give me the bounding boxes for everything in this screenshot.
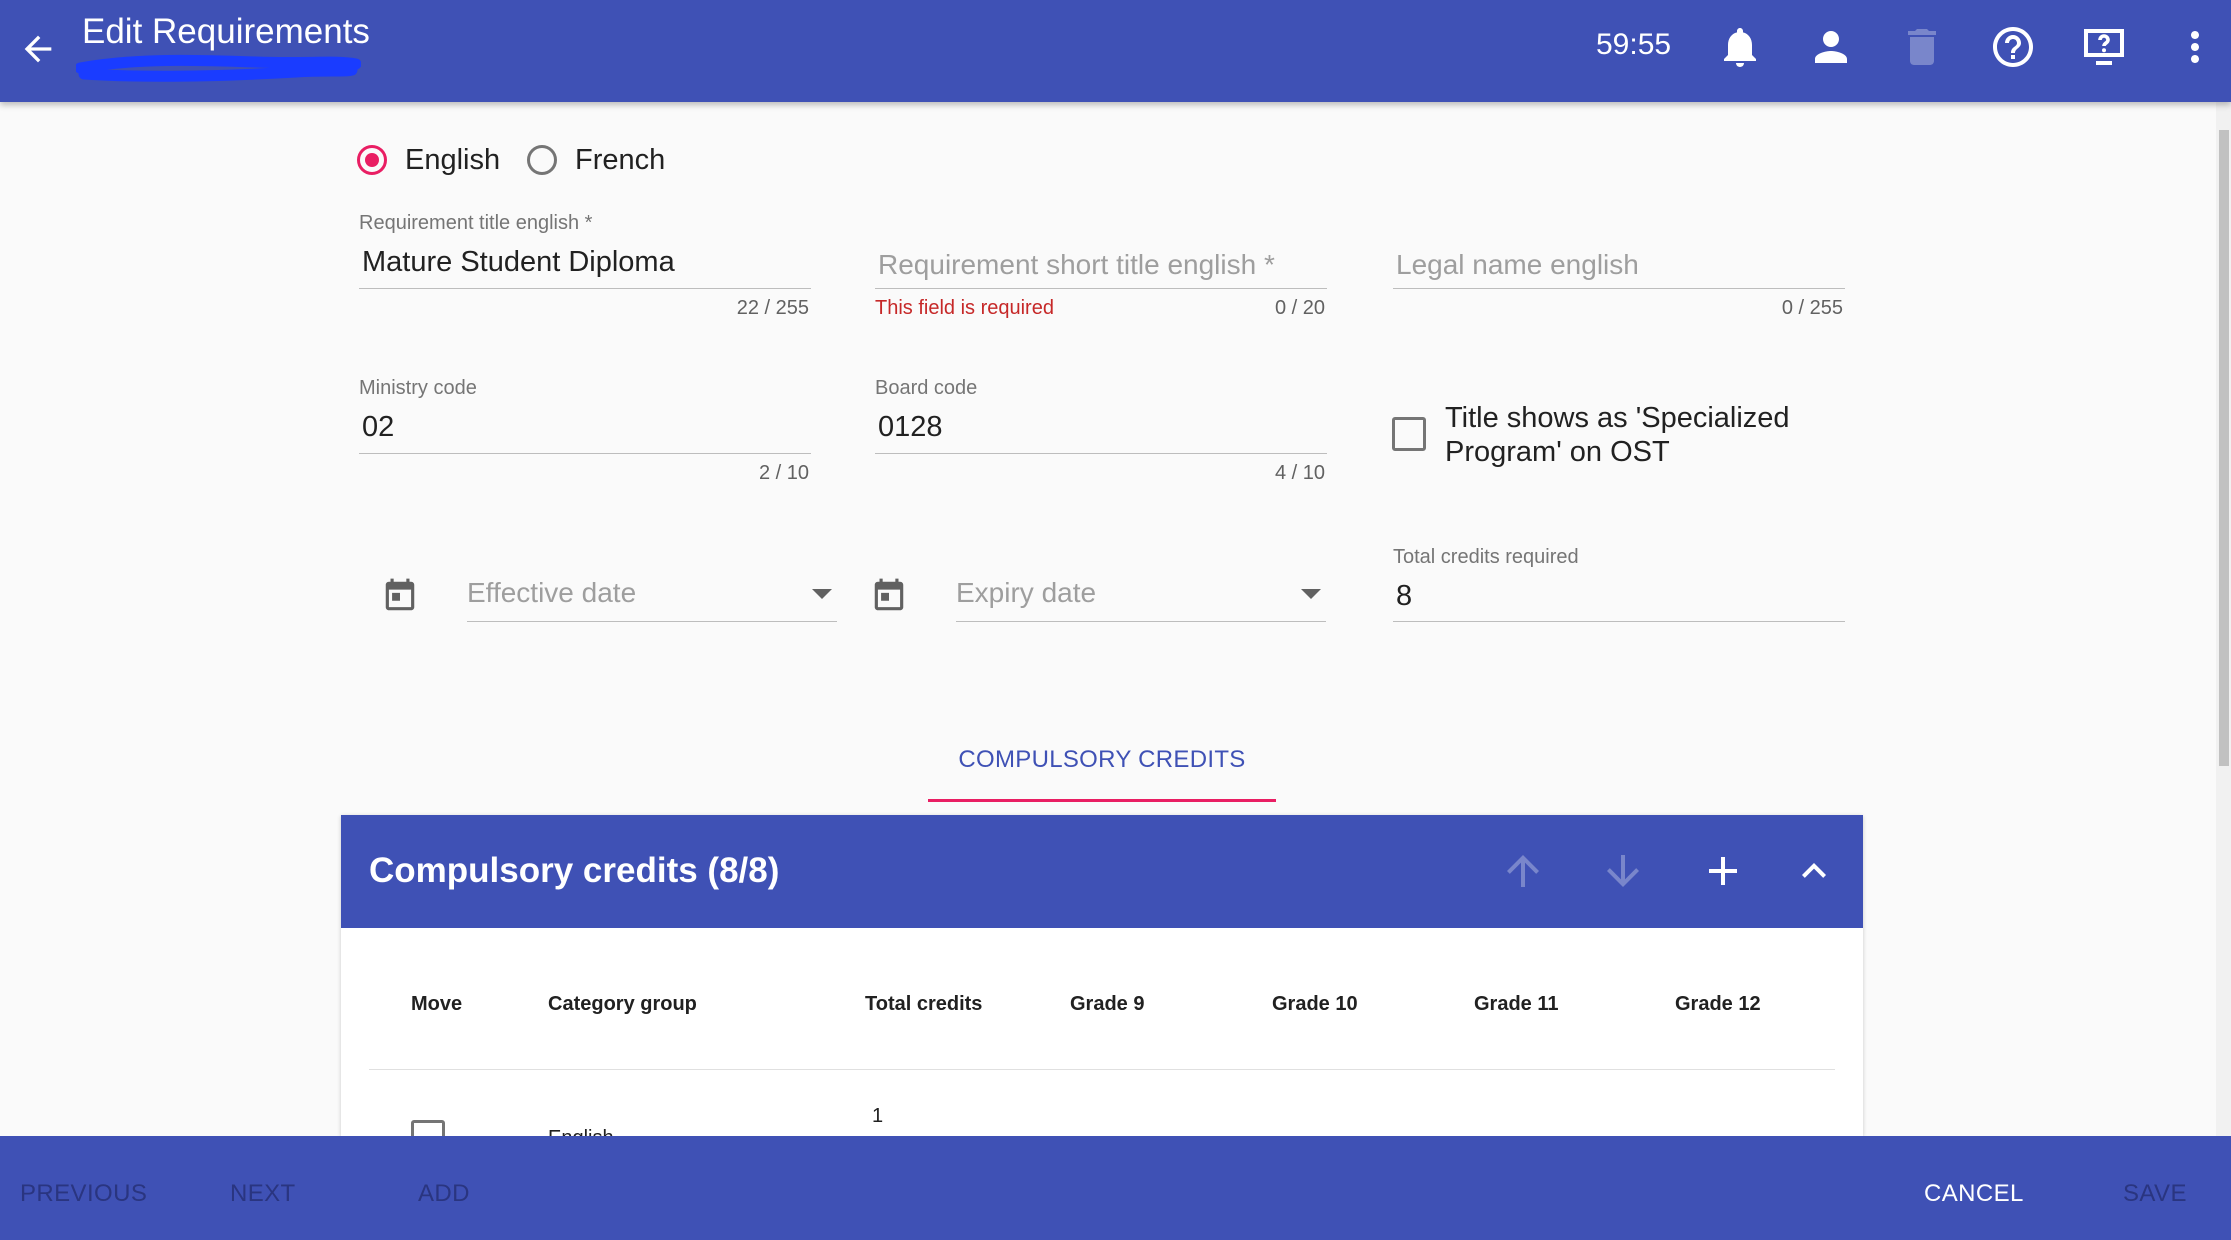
radio-english-button[interactable] — [357, 145, 387, 175]
radio-english[interactable]: English — [357, 140, 500, 180]
bell-icon[interactable] — [1716, 23, 1764, 71]
app-bar: Edit Requirements 59:55 — [0, 0, 2231, 102]
short-title-english-field[interactable]: Requirement short title english * This f… — [875, 208, 1327, 328]
short-title-english-input[interactable]: Requirement short title english * — [878, 249, 1275, 281]
compulsory-credits-panel: Compulsory credits (8/8) Move Category g… — [341, 815, 1863, 1154]
board-code-label: Board code — [875, 377, 978, 399]
radio-french[interactable]: French — [527, 140, 665, 180]
expiry-date-input[interactable]: Expiry date — [956, 577, 1096, 609]
panel-header: Compulsory credits (8/8) — [341, 815, 1863, 928]
add-icon[interactable] — [1699, 847, 1747, 895]
chevron-up-icon[interactable] — [1790, 847, 1838, 895]
title-english-counter: 22 / 255 — [736, 297, 809, 319]
effective-date-input[interactable]: Effective date — [467, 577, 636, 609]
bottom-action-bar: PREVIOUS NEXT ADD CANCEL SAVE — [0, 1136, 2231, 1240]
specialized-program-label-line1: Title shows as 'Specialized — [1445, 402, 1790, 434]
tab-compulsory-credits-label: COMPULSORY CREDITS — [958, 746, 1246, 773]
panel-title: Compulsory credits (8/8) — [369, 851, 780, 890]
board-code-input[interactable]: 0128 — [878, 411, 943, 444]
board-code-field[interactable]: Board code 0128 4 / 10 — [875, 373, 1327, 493]
arrow-back-icon[interactable] — [18, 29, 58, 69]
legal-name-english-underline — [1393, 288, 1845, 289]
column-header-category-group: Category group — [548, 993, 697, 1015]
total-credits-input[interactable]: 8 — [1396, 580, 1412, 613]
column-header-grade-12: Grade 12 — [1675, 993, 1761, 1015]
title-english-field[interactable]: Requirement title english * Mature Stude… — [359, 208, 811, 328]
save-button[interactable]: SAVE — [2123, 1180, 2187, 1208]
expiry-date-underline — [956, 621, 1326, 622]
column-header-grade-10: Grade 10 — [1272, 993, 1358, 1015]
calendar-icon[interactable] — [870, 577, 908, 615]
board-code-counter: 4 / 10 — [1274, 462, 1325, 484]
legal-name-english-field[interactable]: Legal name english 0 / 255 — [1393, 208, 1845, 328]
radio-french-button[interactable] — [527, 145, 557, 175]
ministry-code-field[interactable]: Ministry code 02 2 / 10 — [359, 373, 811, 493]
tab-compulsory-credits[interactable]: COMPULSORY CREDITS — [928, 740, 1276, 802]
specialized-program-label-line2: Program' on OST — [1445, 436, 1670, 468]
short-title-english-underline — [875, 288, 1327, 289]
board-code-underline — [875, 453, 1327, 454]
title-english-label: Requirement title english * — [359, 212, 593, 234]
column-header-grade-9: Grade 9 — [1070, 993, 1145, 1015]
next-button[interactable]: NEXT — [230, 1180, 296, 1208]
total-credits-field[interactable]: Total credits required 8 — [1393, 542, 1845, 622]
title-english-underline — [359, 288, 811, 289]
total-credits-label: Total credits required — [1393, 546, 1579, 568]
person-icon[interactable] — [1807, 23, 1855, 71]
more-vert-icon[interactable] — [2171, 23, 2219, 71]
session-timer: 59:55 — [1596, 28, 1672, 61]
screen-help-icon[interactable] — [2080, 23, 2128, 71]
page-title: Edit Requirements — [82, 12, 370, 51]
expiry-date-field[interactable]: Expiry date — [956, 565, 1326, 625]
ministry-code-counter: 2 / 10 — [758, 462, 809, 484]
arrow-down-icon[interactable] — [1599, 847, 1647, 895]
chevron-down-icon[interactable] — [812, 589, 832, 599]
ministry-code-underline — [359, 453, 811, 454]
scrollbar-thumb[interactable] — [2219, 130, 2229, 766]
legal-name-english-counter: 0 / 255 — [1781, 297, 1843, 319]
radio-english-label: English — [405, 143, 501, 176]
ministry-code-label: Ministry code — [359, 377, 477, 399]
calendar-icon[interactable] — [381, 577, 419, 615]
table-header: Move Category group Total credits Grade … — [369, 993, 1835, 1070]
cancel-button[interactable]: CANCEL — [1924, 1180, 2024, 1208]
ministry-code-input[interactable]: 02 — [362, 411, 394, 444]
previous-button[interactable]: PREVIOUS — [20, 1180, 147, 1208]
specialized-program-checkbox[interactable] — [1392, 417, 1426, 451]
chevron-down-icon[interactable] — [1301, 589, 1321, 599]
trash-icon[interactable] — [1898, 23, 1946, 71]
effective-date-field[interactable]: Effective date — [467, 565, 837, 625]
help-icon[interactable] — [1989, 23, 2037, 71]
legal-name-english-input[interactable]: Legal name english — [1396, 249, 1639, 281]
arrow-up-icon[interactable] — [1499, 847, 1547, 895]
title-english-input[interactable]: Mature Student Diploma — [362, 246, 675, 279]
short-title-english-error: This field is required — [875, 297, 1054, 319]
effective-date-underline — [467, 621, 837, 622]
column-header-move: Move — [411, 993, 463, 1015]
total-credits-underline — [1393, 621, 1845, 622]
radio-french-label: French — [575, 143, 666, 176]
add-button[interactable]: ADD — [418, 1180, 470, 1208]
column-header-total-credits: Total credits — [865, 993, 983, 1015]
redaction-scribble — [76, 54, 361, 82]
tab-active-indicator — [928, 799, 1276, 802]
row-total-credits: 1 — [872, 1105, 884, 1127]
column-header-grade-11: Grade 11 — [1474, 993, 1559, 1015]
short-title-english-counter: 0 / 20 — [1274, 297, 1325, 319]
